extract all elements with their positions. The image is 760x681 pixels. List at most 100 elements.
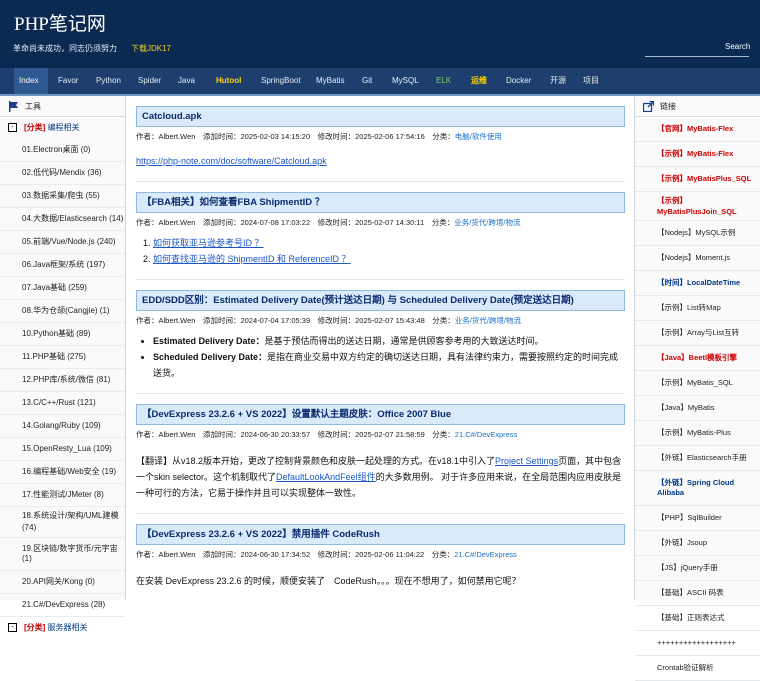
nav-item-ops[interactable]: 运维 [466, 68, 492, 94]
nav-item-springboot[interactable]: SpringBoot [256, 68, 306, 94]
category-item[interactable]: 16.编程基础/Web安全 (19) [0, 461, 125, 484]
article-modified: 修改时间：2025-02-06 17:54:16 [317, 132, 425, 141]
article-added: 添加时间：2025-02-03 14:15:20 [202, 132, 311, 141]
nav-item-hutool[interactable]: Hutool [211, 68, 246, 94]
site-title[interactable]: PHP笔记网 [14, 9, 106, 36]
category-item[interactable]: 18.系统设计/架构/UML建模 (74) [0, 507, 125, 538]
sidebar-link[interactable]: 【示例】MyBatis_SQL [635, 371, 760, 396]
article-title[interactable]: Catcloud.apk [136, 106, 625, 127]
article-separator [136, 279, 625, 280]
article-category-link[interactable]: 业务/货代/跨境/物流 [455, 316, 521, 325]
category-item[interactable]: 06.Java框架/系统 (197) [0, 254, 125, 277]
category-item[interactable]: 13.C/C++/Rust (121) [0, 392, 125, 415]
project-settings-link[interactable]: Project Settings [495, 456, 558, 466]
sidebar-link[interactable]: 【PHP】SqlBuilder [635, 506, 760, 531]
article-title[interactable]: EDD/SDD区别：Estimated Delivery Date(预计送达日期… [136, 290, 625, 311]
category-item[interactable]: 08.华为仓颉(Cangjie) (1) [0, 300, 125, 323]
term: Scheduled Delivery Date： [153, 352, 268, 362]
collapse-icon[interactable]: - [8, 123, 17, 132]
search-label: Search [725, 42, 751, 51]
category-item[interactable]: 03.数据采集/爬虫 (55) [0, 185, 125, 208]
category-item[interactable]: 02.低代码/Mendix (36) [0, 162, 125, 185]
category-item[interactable]: 01.Electron桌面 (0) [0, 139, 125, 162]
nav-item-projects[interactable]: 项目 [578, 68, 604, 94]
category-item[interactable]: 07.Java基础 (259) [0, 277, 125, 300]
category-item[interactable]: 12.PHP库/系统/微信 (81) [0, 369, 125, 392]
flag-icon [9, 101, 18, 112]
sidebar-link[interactable]: 【JS】jQuery手册 [635, 556, 760, 581]
category-item[interactable]: 17.性能测试/JMeter (8) [0, 484, 125, 507]
sidebar-link[interactable]: 【外链】Spring Cloud Alibaba [635, 471, 760, 506]
nav-item-git[interactable]: Git [357, 68, 377, 94]
category-item[interactable]: 20.API网关/Kong (0) [0, 571, 125, 594]
default-look-and-feel-link[interactable]: DefaultLookAndFeel组件 [276, 472, 376, 482]
sidebar-link[interactable]: 【官网】MyBatis-Flex [635, 117, 760, 142]
links-panel-heading: 链接 [635, 96, 760, 117]
sidebar-link[interactable]: 【Nodejs】Moment.js [635, 246, 760, 271]
article-title[interactable]: 【FBA相关】如何查看FBA ShipmentID ？ [136, 192, 625, 213]
nav-item-mysql[interactable]: MySQL [387, 68, 424, 94]
sidebar-link[interactable]: 【基础】正则表达式 [635, 606, 760, 631]
paragraph-text: 【翻译】从v18.2版本开始，更改了控制背景颜色和皮肤一起处理的方式。在v18.… [136, 456, 496, 466]
article-category-link[interactable]: 21.C#/DevExpress [454, 550, 517, 559]
article-meta: 作者：Albert.Wen 添加时间：2025-02-03 14:15:20 修… [136, 131, 625, 143]
nav-item-mybatis[interactable]: MyBatis [311, 68, 349, 94]
category-item[interactable]: 10.Python基础 (89) [0, 323, 125, 346]
article-title[interactable]: 【DevExpress 23.2.6 + VS 2022】设置默认主题皮肤：Of… [136, 404, 625, 425]
sidebar-link[interactable]: ++++++++++++++++++ [635, 631, 760, 656]
article-modified: 修改时间：2025-02-06 11:04:22 [317, 550, 425, 559]
sidebar-link[interactable]: 【Nodejs】MySQL示例 [635, 221, 760, 246]
sidebar-link[interactable]: 【示例】MyBatis-Flex [635, 142, 760, 167]
nav-item-python[interactable]: Python [91, 68, 126, 94]
category-item[interactable]: 19.区块链/数字货币/元宇宙 (1) [0, 538, 125, 571]
list-item: 如何查找亚马逊的 ShipmentID 和 ReferenceID ？ [153, 251, 625, 267]
category-tag: [分类] [24, 123, 46, 132]
download-jdk-link[interactable]: 下载JDK17 [131, 43, 171, 54]
category-item[interactable]: 04.大数据/Elasticsearch (14) [0, 208, 125, 231]
article-modified: 修改时间：2025-02-07 15:43:48 [317, 316, 425, 325]
list-item: Estimated Delivery Date：是基于预估而得出的送达日期，通常… [153, 333, 625, 349]
list-item: 如何获取亚马逊参考号ID ？ [153, 235, 625, 251]
download-link[interactable]: https://php-note.com/doc/software/Catclo… [136, 156, 327, 166]
sidebar-link[interactable]: 【示例】MyBatisPlus_SQL [635, 167, 760, 192]
category-server[interactable]: - [分类] 服务器相关 [0, 617, 125, 639]
category-item[interactable]: 15.OpenResty_Lua (109) [0, 438, 125, 461]
sidebar-link[interactable]: 【示例】MyBatisPlusJoin_SQL [635, 192, 760, 221]
collapse-icon[interactable]: - [8, 623, 17, 632]
article-category-link[interactable]: 电脑/软件使用 [455, 132, 502, 141]
article-category-link[interactable]: 业务/货代/跨境/物流 [454, 218, 520, 227]
main-nav: Index Favor Python Spider Java Hutool Sp… [0, 68, 760, 94]
sidebar-link[interactable]: 【外链】Jsoup [635, 531, 760, 556]
search-input[interactable] [645, 56, 749, 57]
nav-item-docker[interactable]: Docker [501, 68, 536, 94]
article-list: Catcloud.apk 作者：Albert.Wen 添加时间：2025-02-… [136, 96, 625, 600]
nav-item-java[interactable]: Java [173, 68, 200, 94]
nav-item-elk[interactable]: ELK [431, 68, 456, 94]
article-category-label: 分类： [431, 550, 455, 559]
article-category-label: 分类： [432, 132, 455, 141]
sidebar-link[interactable]: 【示例】Array与List互转 [635, 321, 760, 346]
nav-item-index[interactable]: Index [14, 68, 48, 94]
category-item[interactable]: 05.前端/Vue/Node.js (240) [0, 231, 125, 254]
sidebar-link[interactable]: 【示例】List转Map [635, 296, 760, 321]
nav-item-spider[interactable]: Spider [133, 68, 166, 94]
article-link[interactable]: 如何获取亚马逊参考号ID ？ [153, 238, 264, 248]
sidebar-link[interactable]: 【时间】LocalDateTime [635, 271, 760, 296]
category-item[interactable]: 14.Golang/Ruby (109) [0, 415, 125, 438]
category-item[interactable]: 21.C#/DevExpress (28) [0, 594, 125, 617]
article-category-link[interactable]: 21.C#/DevExpress [455, 430, 518, 439]
nav-item-favor[interactable]: Favor [53, 68, 83, 94]
paragraph-text: 在安装 DevExpress 23.2.6 的时候，顺便安装了 CodeRush… [136, 576, 521, 586]
article-link[interactable]: 如何查找亚马逊的 ShipmentID 和 ReferenceID ？ [153, 254, 351, 264]
sidebar-link[interactable]: 【Java】Beetl模板引擎 [635, 346, 760, 371]
article-title[interactable]: 【DevExpress 23.2.6 + VS 2022】禁用插件 CodeRu… [136, 524, 625, 545]
sidebar-link[interactable]: Crontab验证解析 [635, 656, 760, 681]
sidebar-link[interactable]: 【Java】MyBatis [635, 396, 760, 421]
nav-item-opensource[interactable]: 开源 [545, 68, 571, 94]
sidebar-link[interactable]: 【基础】ASCII 码表 [635, 581, 760, 606]
sidebar-link[interactable]: 【示例】MyBatis-Plus [635, 421, 760, 446]
category-item[interactable]: 11.PHP基础 (275) [0, 346, 125, 369]
category-programming[interactable]: - [分类] 编程相关 [0, 117, 125, 139]
article-meta: 作者：Albert.Wen 添加时间：2024-06-30 20:33:57 修… [136, 429, 625, 441]
sidebar-link[interactable]: 【外链】Elasticsearch手册 [635, 446, 760, 471]
